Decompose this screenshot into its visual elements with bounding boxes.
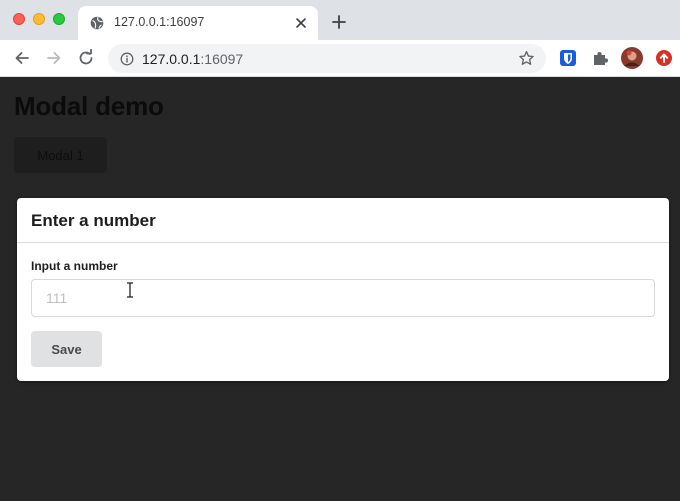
- browser-tab[interactable]: 127.0.0.1:16097: [78, 6, 318, 40]
- number-field-label: Input a number: [31, 259, 118, 273]
- extensions-puzzle-icon[interactable]: [591, 49, 609, 67]
- close-window-button[interactable]: [13, 13, 25, 25]
- browser-toolbar: 127.0.0.1:16097: [0, 40, 680, 77]
- number-modal: Enter a number Input a number Save: [17, 198, 669, 381]
- profile-avatar[interactable]: [621, 47, 643, 69]
- browser-titlebar: 127.0.0.1:16097: [0, 0, 680, 40]
- open-modal-button[interactable]: Modal 1: [14, 137, 107, 173]
- close-tab-icon[interactable]: [294, 16, 308, 30]
- maximize-window-button[interactable]: [53, 13, 65, 25]
- modal-title: Enter a number: [31, 211, 156, 230]
- url-host: 127.0.0.1: [142, 51, 201, 67]
- url-text: 127.0.0.1:16097: [142, 51, 243, 67]
- url-port: :16097: [200, 51, 244, 67]
- globe-icon: [90, 16, 104, 30]
- modal-header: Enter a number: [17, 198, 669, 243]
- new-tab-icon[interactable]: [330, 13, 348, 31]
- page-title: Modal demo: [14, 91, 164, 121]
- text-cursor-icon: [127, 282, 133, 298]
- back-arrow-icon[interactable]: [13, 49, 31, 67]
- forward-arrow-icon[interactable]: [45, 49, 63, 67]
- bitwarden-extension-icon[interactable]: [559, 49, 577, 67]
- update-arrow-icon[interactable]: [655, 49, 673, 67]
- address-bar[interactable]: 127.0.0.1:16097: [108, 44, 546, 73]
- bookmark-star-icon[interactable]: [518, 50, 535, 67]
- tab-title: 127.0.0.1:16097: [114, 15, 205, 29]
- site-info-icon[interactable]: [120, 52, 134, 66]
- save-button[interactable]: Save: [31, 331, 102, 367]
- minimize-window-button[interactable]: [33, 13, 45, 25]
- page-viewport: Modal demo Modal 1 Enter a number Input …: [0, 77, 680, 501]
- reload-icon[interactable]: [77, 49, 95, 67]
